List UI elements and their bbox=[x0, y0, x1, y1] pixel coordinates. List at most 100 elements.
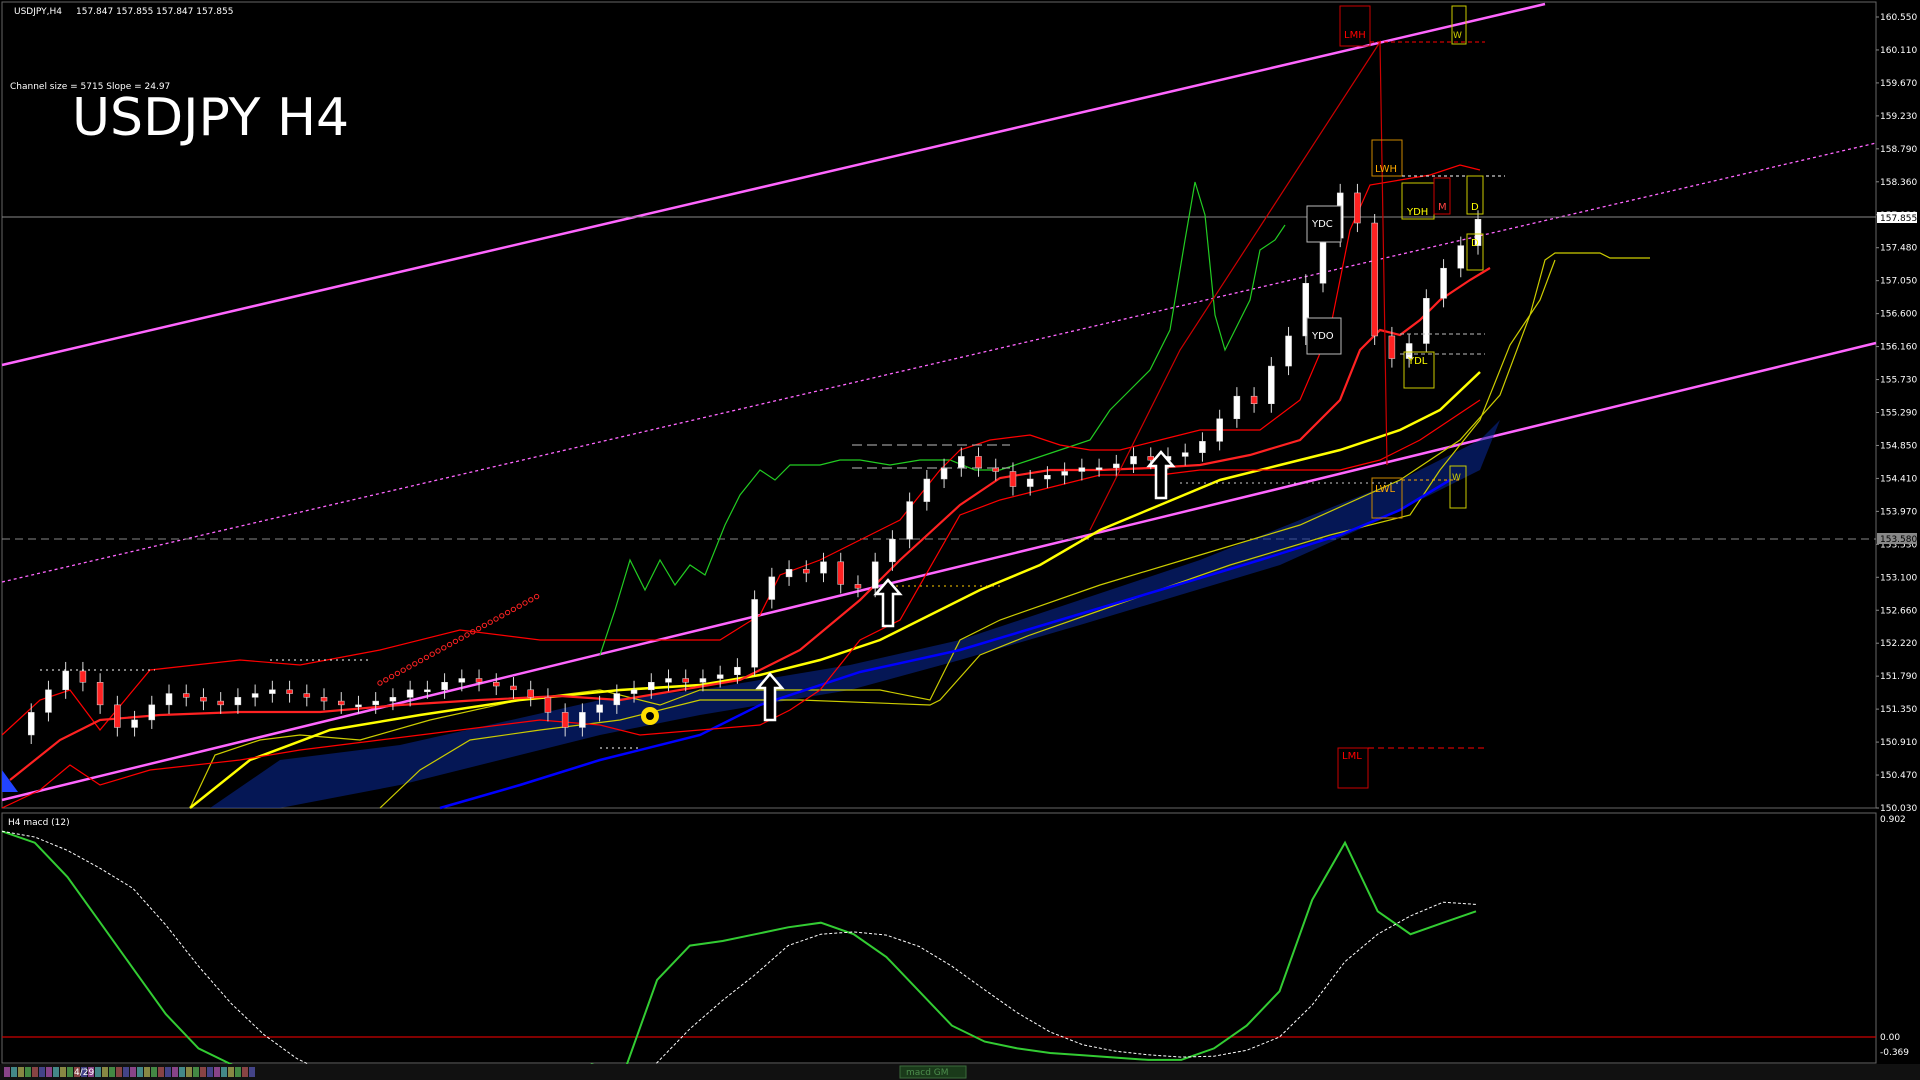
period-swatch[interactable] bbox=[179, 1067, 185, 1077]
period-swatch[interactable] bbox=[193, 1067, 199, 1077]
price-tick-label: 152.660 bbox=[1880, 606, 1917, 616]
current-price-label: 157.855 bbox=[1880, 214, 1917, 224]
candle-body bbox=[251, 693, 259, 698]
period-swatch[interactable] bbox=[165, 1067, 171, 1077]
ydh-label: YDH bbox=[1406, 207, 1428, 218]
period-swatch[interactable] bbox=[60, 1067, 66, 1077]
price-tick-label: 157.480 bbox=[1880, 244, 1917, 254]
candle-body bbox=[1095, 467, 1103, 470]
candle-body bbox=[1026, 478, 1034, 487]
period-swatch[interactable] bbox=[137, 1067, 143, 1077]
period-swatch[interactable] bbox=[116, 1067, 122, 1077]
candle-body bbox=[1354, 192, 1361, 224]
period-swatch[interactable] bbox=[235, 1067, 241, 1077]
period-swatch[interactable] bbox=[228, 1067, 234, 1077]
candle-body bbox=[148, 704, 156, 721]
candle-body bbox=[734, 666, 741, 675]
candle-body bbox=[906, 501, 913, 540]
candle-body bbox=[1457, 245, 1465, 269]
candle-body bbox=[751, 599, 758, 668]
price-tick-label: 158.790 bbox=[1880, 145, 1917, 155]
candle-body bbox=[200, 697, 207, 702]
period-swatch[interactable] bbox=[109, 1067, 115, 1077]
candle-body bbox=[820, 561, 827, 574]
period-swatch[interactable] bbox=[207, 1067, 213, 1077]
candle-body bbox=[958, 456, 965, 468]
macd-tab-label: macd GM bbox=[906, 1068, 949, 1078]
period-swatch[interactable] bbox=[242, 1067, 248, 1077]
candle-body bbox=[1078, 467, 1086, 472]
event-marker-center bbox=[646, 712, 654, 720]
chart-background bbox=[0, 0, 1920, 1080]
period-swatch[interactable] bbox=[39, 1067, 45, 1077]
candle-body bbox=[165, 693, 173, 706]
price-tick-label: 156.600 bbox=[1880, 310, 1917, 320]
candle-body bbox=[372, 700, 379, 706]
symbol-info: USDJPY,H4 bbox=[14, 7, 62, 17]
candle-body bbox=[1061, 471, 1068, 476]
period-swatch[interactable] bbox=[144, 1067, 150, 1077]
candle-body bbox=[62, 670, 69, 691]
price-tick-label: 160.550 bbox=[1880, 13, 1917, 23]
lwh-label: LWH bbox=[1375, 164, 1397, 175]
period-swatch[interactable] bbox=[25, 1067, 31, 1077]
ydo-label: YDO bbox=[1311, 331, 1334, 342]
candle-body bbox=[355, 704, 362, 708]
candle-body bbox=[45, 689, 52, 713]
period-swatch[interactable] bbox=[130, 1067, 136, 1077]
period-swatch[interactable] bbox=[172, 1067, 178, 1077]
price-tick-label: 151.790 bbox=[1880, 672, 1917, 682]
w-top-label: W bbox=[1453, 31, 1462, 41]
candle-body bbox=[96, 682, 104, 706]
price-tick-label: 158.360 bbox=[1880, 178, 1917, 188]
lwl-label: LWL bbox=[1375, 484, 1396, 495]
candle-body bbox=[665, 678, 672, 683]
period-swatch[interactable] bbox=[123, 1067, 129, 1077]
price-tick-label: 152.220 bbox=[1880, 639, 1917, 649]
period-swatch[interactable] bbox=[67, 1067, 73, 1077]
period-swatch[interactable] bbox=[11, 1067, 17, 1077]
period-swatch[interactable] bbox=[200, 1067, 206, 1077]
ydl-label: YDL bbox=[1407, 356, 1428, 367]
candle-body bbox=[1371, 222, 1378, 337]
period-swatch[interactable] bbox=[158, 1067, 164, 1077]
candle-body bbox=[527, 689, 534, 698]
candle-body bbox=[389, 697, 397, 702]
period-swatch[interactable] bbox=[4, 1067, 10, 1077]
period-swatch[interactable] bbox=[186, 1067, 192, 1077]
period-swatch[interactable] bbox=[214, 1067, 220, 1077]
period-swatch[interactable] bbox=[221, 1067, 227, 1077]
candle-body bbox=[510, 685, 517, 691]
price-tick-label: 150.030 bbox=[1880, 804, 1917, 814]
price-tick-label: 154.410 bbox=[1880, 474, 1917, 484]
price-tick-label: 159.670 bbox=[1880, 79, 1917, 89]
candle-body bbox=[475, 678, 483, 683]
candle-body bbox=[337, 700, 345, 706]
period-swatch[interactable] bbox=[95, 1067, 101, 1077]
period-swatch[interactable] bbox=[18, 1067, 24, 1077]
candle-body bbox=[699, 678, 707, 683]
candle-body bbox=[630, 689, 638, 694]
price-tick-label: 154.850 bbox=[1880, 441, 1917, 451]
price-tick-label: 155.730 bbox=[1880, 376, 1917, 386]
candle-body bbox=[493, 682, 500, 687]
candle-body bbox=[286, 689, 293, 694]
candle-body bbox=[269, 689, 276, 694]
candle-body bbox=[1233, 395, 1241, 420]
candle-body bbox=[1216, 418, 1223, 442]
period-swatch[interactable] bbox=[151, 1067, 157, 1077]
price-tick-label: 150.910 bbox=[1880, 738, 1917, 748]
period-swatch[interactable] bbox=[249, 1067, 255, 1077]
d-top-label: D bbox=[1471, 202, 1479, 213]
candle-body bbox=[320, 697, 328, 702]
trading-chart-window[interactable]: USDJPY,H4 157.847 157.855 157.847 157.85… bbox=[0, 0, 1920, 1080]
candle-body bbox=[768, 576, 776, 600]
candle-body bbox=[561, 712, 569, 728]
period-swatch[interactable] bbox=[53, 1067, 59, 1077]
candle-body bbox=[1113, 463, 1120, 468]
period-swatch[interactable] bbox=[32, 1067, 38, 1077]
price-tick-label: 157.050 bbox=[1880, 277, 1917, 287]
candle-body bbox=[803, 569, 810, 574]
period-swatch[interactable] bbox=[46, 1067, 52, 1077]
period-swatch[interactable] bbox=[102, 1067, 108, 1077]
